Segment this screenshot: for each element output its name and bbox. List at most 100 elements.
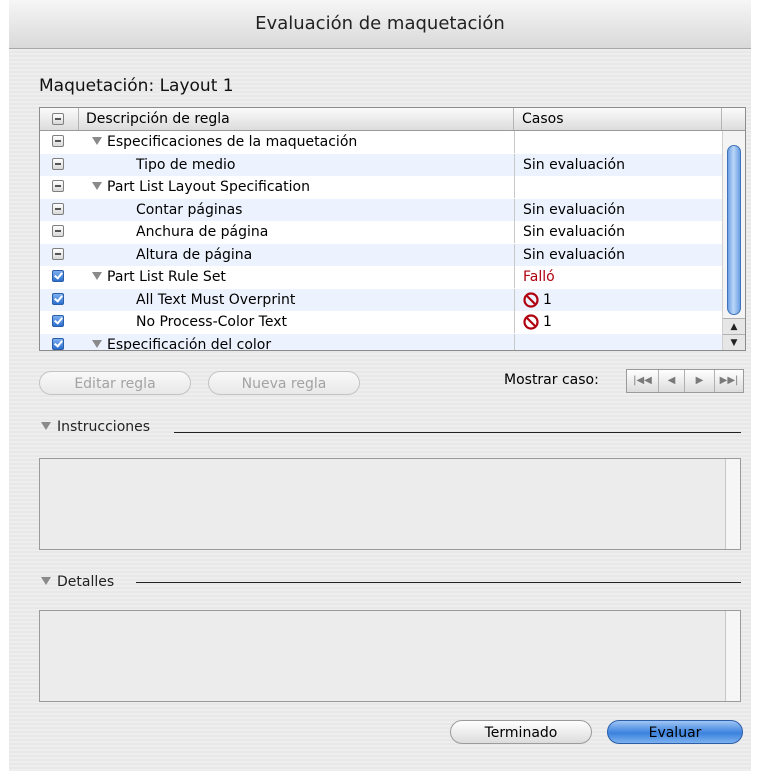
row-check-cell <box>40 266 78 288</box>
rule-description: Tipo de medio <box>136 156 236 173</box>
rule-description: Part List Layout Specification <box>107 179 310 195</box>
rule-cases-cell <box>514 131 722 153</box>
rule-cases-value: 1 <box>543 314 552 330</box>
rule-checkbox[interactable] <box>52 135 64 147</box>
row-check-cell <box>40 311 78 333</box>
header-cases[interactable]: Casos <box>514 108 722 130</box>
table-row[interactable]: Altura de página Sin evaluación <box>40 243 722 266</box>
header-corner <box>722 108 745 130</box>
rule-description: Part List Rule Set <box>107 269 226 285</box>
table-row[interactable]: Part List Rule Set Falló <box>40 266 722 289</box>
rule-cases-value: Sin evaluación <box>523 246 625 263</box>
rule-cases-value: Sin evaluación <box>523 201 625 218</box>
row-check-cell <box>40 131 78 153</box>
rule-description-cell: Altura de página <box>78 244 572 266</box>
table-row[interactable]: Especificaciones de la maquetación <box>40 131 722 154</box>
first-icon[interactable]: |◀◀ <box>627 370 659 392</box>
header-description[interactable]: Descripción de regla <box>78 108 514 130</box>
prohibited-icon <box>523 291 539 308</box>
rule-description: Contar páginas <box>136 201 243 218</box>
scrollbar-thumb[interactable] <box>727 145 741 315</box>
details-text-area[interactable] <box>39 610 741 702</box>
edit-rule-button[interactable]: Editar regla <box>39 371 191 395</box>
rule-cases-cell <box>514 333 722 350</box>
rule-description-cell: No Process-Color Text <box>78 311 572 333</box>
done-button[interactable]: Terminado <box>450 720 592 744</box>
rule-checkbox[interactable] <box>52 337 64 350</box>
instructions-section-header[interactable]: Instrucciones <box>41 419 150 435</box>
case-navigator[interactable]: |◀◀ ◀ ▶ ▶▶| <box>626 369 744 393</box>
details-section-header[interactable]: Detalles <box>41 574 114 590</box>
scroll-up-arrow-icon[interactable]: ▲ <box>723 318 745 335</box>
rule-checkbox[interactable] <box>52 157 64 170</box>
disclosure-triangle-icon[interactable] <box>92 182 102 190</box>
disclosure-triangle-icon[interactable] <box>92 339 102 348</box>
table-row[interactable]: Contar páginas Sin evaluación <box>40 198 722 221</box>
rule-cases-cell: Sin evaluación <box>514 153 722 176</box>
rule-description: Altura de página <box>136 246 253 263</box>
table-row[interactable]: All Text Must Overprint 1 <box>40 288 722 311</box>
rule-checkbox[interactable] <box>52 247 64 260</box>
rule-description: Especificación del color <box>107 336 272 351</box>
rule-description: Especificaciones de la maquetación <box>107 134 358 150</box>
table-row[interactable]: No Process-Color Text 1 <box>40 311 722 334</box>
rule-checkbox[interactable] <box>52 180 64 192</box>
scroll-down-arrow-icon[interactable]: ▼ <box>723 334 745 350</box>
rule-checkbox[interactable] <box>52 270 64 282</box>
instructions-text-area[interactable] <box>39 458 741 550</box>
disclosure-triangle-icon[interactable] <box>41 577 51 585</box>
rule-cases-value: Sin evaluación <box>523 224 625 240</box>
rule-description-cell: Contar páginas <box>78 199 572 221</box>
table-row[interactable]: Part List Layout Specification <box>40 176 722 199</box>
next-icon[interactable]: ▶ <box>685 370 715 392</box>
table-row[interactable]: Anchura de página Sin evaluación <box>40 221 722 244</box>
rule-description: No Process-Color Text <box>136 314 287 330</box>
table-row[interactable]: Especificación del color <box>40 333 722 351</box>
rule-checkbox[interactable] <box>52 202 64 215</box>
window-title: Evaluación de maquetación <box>9 0 751 49</box>
rule-cases-value: Falló <box>523 269 555 285</box>
details-scrollbar[interactable] <box>725 611 740 701</box>
rule-description-cell: Especificaciones de la maquetación <box>78 131 514 153</box>
header-checkbox[interactable] <box>52 113 64 125</box>
disclosure-triangle-icon[interactable] <box>92 137 102 145</box>
rule-description-cell: Part List Rule Set <box>78 266 514 288</box>
previous-icon[interactable]: ◀ <box>659 370 685 392</box>
rule-cases-cell: Sin evaluación <box>514 198 722 221</box>
rule-checkbox[interactable] <box>52 292 64 305</box>
last-icon[interactable]: ▶▶| <box>715 370 743 392</box>
rule-description: All Text Must Overprint <box>136 291 296 308</box>
row-check-cell <box>40 334 78 351</box>
rule-cases-value: Sin evaluación <box>523 156 625 173</box>
rule-description-cell: Part List Layout Specification <box>78 176 514 198</box>
row-check-cell <box>40 199 78 221</box>
disclosure-triangle-icon[interactable] <box>41 422 51 430</box>
row-check-cell <box>40 176 78 198</box>
table-rows: Especificaciones de la maquetación Tipo d… <box>40 131 722 351</box>
instructions-scrollbar[interactable] <box>725 459 740 549</box>
rule-checkbox[interactable] <box>52 225 64 237</box>
rule-checkbox[interactable] <box>52 315 64 327</box>
evaluate-button[interactable]: Evaluar <box>607 720 743 744</box>
rule-cases-cell: Sin evaluación <box>514 221 722 243</box>
row-check-cell <box>40 244 78 266</box>
details-divider <box>136 582 741 583</box>
new-rule-button[interactable]: Nueva regla <box>208 371 360 395</box>
header-check-column[interactable] <box>40 108 79 130</box>
rules-table: Descripción de regla Casos Especificacio… <box>39 107 746 351</box>
prohibited-icon <box>523 314 539 330</box>
table-row[interactable]: Tipo de medio Sin evaluación <box>40 153 722 176</box>
instructions-divider <box>174 432 741 433</box>
rule-cases-cell: Falló <box>514 266 722 288</box>
row-check-cell <box>40 289 78 311</box>
rule-cases-cell <box>514 176 722 198</box>
rule-description: Anchura de página <box>136 224 269 240</box>
rule-description-cell: All Text Must Overprint <box>78 289 572 311</box>
rule-description-cell: Especificación del color <box>78 334 514 351</box>
rule-cases-cell: 1 <box>514 288 722 311</box>
layout-title: Maquetación: Layout 1 <box>39 76 234 96</box>
instructions-label: Instrucciones <box>57 419 151 435</box>
disclosure-triangle-icon[interactable] <box>92 272 102 280</box>
table-vertical-scrollbar[interactable]: ▲ ▼ <box>722 131 745 350</box>
row-check-cell <box>40 221 78 243</box>
